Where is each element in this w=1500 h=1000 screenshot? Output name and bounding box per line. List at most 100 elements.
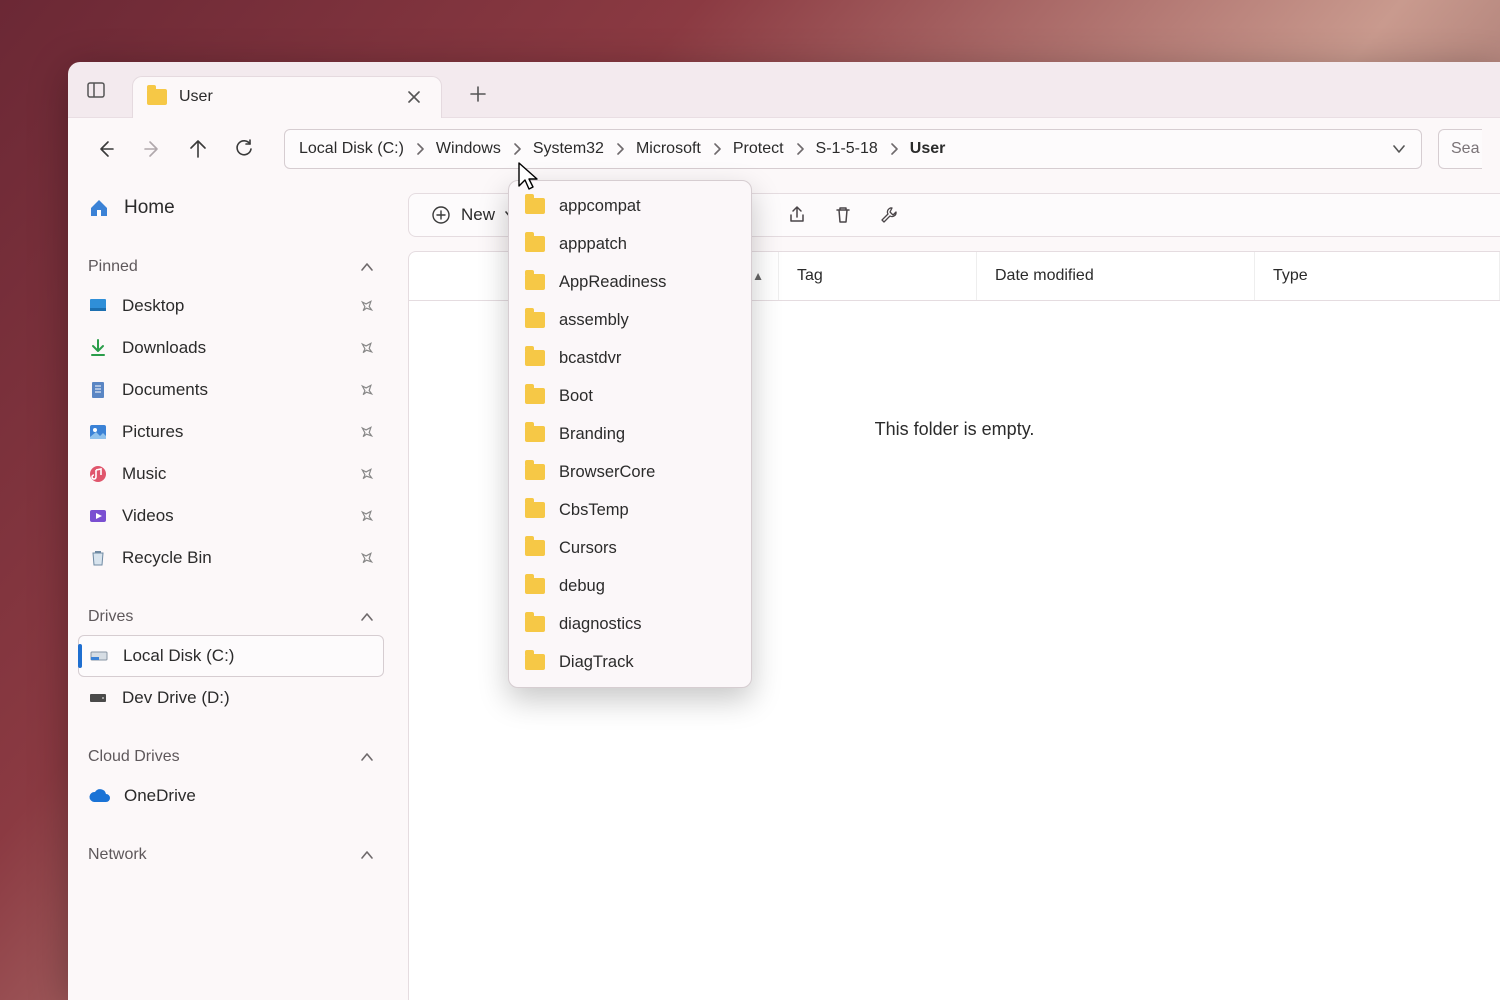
sidebar-item-desktop[interactable]: Desktop (78, 285, 384, 327)
breadcrumb-segment[interactable]: Local Disk (C:) (293, 136, 410, 162)
section-label: Pinned (88, 258, 138, 276)
breadcrumb-expand[interactable] (610, 139, 630, 159)
column-label: Tag (797, 267, 823, 285)
folder-icon (525, 578, 545, 594)
sidebar-item-recyclebin[interactable]: Recycle Bin (78, 537, 384, 579)
dropdown-folder-item[interactable]: Cursors (515, 529, 745, 567)
dropdown-folder-item[interactable]: BrowserCore (515, 453, 745, 491)
wrench-icon (879, 205, 899, 225)
dropdown-folder-item[interactable]: bcastdvr (515, 339, 745, 377)
breadcrumb-expand[interactable] (507, 139, 527, 159)
address-bar[interactable]: Local Disk (C:) Windows System32 Microso… (284, 129, 1422, 169)
sidebar-section-cloud[interactable]: Cloud Drives (78, 739, 384, 775)
sidebar-home[interactable]: Home (78, 187, 384, 229)
chevron-right-icon (795, 143, 805, 155)
dropdown-folder-item[interactable]: appcompat (515, 187, 745, 225)
dropdown-folder-item[interactable]: AppReadiness (515, 263, 745, 301)
column-tag[interactable]: Tag (779, 252, 977, 300)
home-icon (88, 197, 110, 219)
sidebar-item-videos[interactable]: Videos (78, 495, 384, 537)
folder-icon (525, 616, 545, 632)
empty-folder-message: This folder is empty. (875, 419, 1035, 440)
forward-button[interactable] (132, 129, 172, 169)
drive-icon (88, 688, 108, 708)
sidebar-item-label: Desktop (122, 296, 346, 316)
properties-button[interactable] (871, 197, 907, 233)
new-button-label: New (461, 205, 495, 225)
sidebar-item-documents[interactable]: Documents (78, 369, 384, 411)
dropdown-folder-item[interactable]: apppatch (515, 225, 745, 263)
dropdown-folder-item[interactable]: Boot (515, 377, 745, 415)
navbar: Local Disk (C:) Windows System32 Microso… (68, 117, 1500, 179)
drive-icon (89, 646, 109, 666)
breadcrumb-expand[interactable] (410, 139, 430, 159)
sidebar-section-drives[interactable]: Drives (78, 599, 384, 635)
titlebar: User (68, 62, 1500, 117)
dropdown-folder-item[interactable]: DiagTrack (515, 643, 745, 681)
toggle-sidebar-button[interactable] (78, 72, 114, 108)
dropdown-item-label: debug (559, 577, 605, 596)
sidebar-item-pictures[interactable]: Pictures (78, 411, 384, 453)
column-date-modified[interactable]: Date modified (977, 252, 1255, 300)
search-input[interactable]: Sea (1438, 129, 1482, 169)
chevron-up-icon (360, 752, 374, 762)
breadcrumb-expand[interactable] (790, 139, 810, 159)
close-icon (408, 91, 420, 103)
delete-button[interactable] (825, 197, 861, 233)
address-history-button[interactable] (1385, 144, 1413, 154)
videos-icon (88, 506, 108, 526)
sidebar-item-label: Local Disk (C:) (123, 646, 373, 666)
dropdown-folder-item[interactable]: CbsTemp (515, 491, 745, 529)
share-button[interactable] (779, 197, 815, 233)
dropdown-item-label: Cursors (559, 539, 617, 558)
breadcrumb-segment[interactable]: System32 (527, 136, 610, 162)
dropdown-folder-item[interactable]: Branding (515, 415, 745, 453)
sidebar-item-downloads[interactable]: Downloads (78, 327, 384, 369)
trash-icon (833, 205, 853, 225)
dropdown-folder-item[interactable]: diagnostics (515, 605, 745, 643)
breadcrumb-dropdown: appcompat apppatch AppReadiness assembly… (508, 180, 752, 688)
folder-icon (525, 350, 545, 366)
sidebar-item-drive-d[interactable]: Dev Drive (D:) (78, 677, 384, 719)
dropdown-item-label: bcastdvr (559, 349, 621, 368)
dropdown-folder-item[interactable]: debug (515, 567, 745, 605)
sort-ascending-icon: ▲ (752, 269, 764, 283)
tab-close-button[interactable] (401, 84, 427, 110)
breadcrumb-expand[interactable] (884, 139, 904, 159)
window-body: Home Pinned Desktop Downloads Documents (68, 179, 1500, 1000)
sidebar-item-onedrive[interactable]: OneDrive (78, 775, 384, 817)
arrow-right-icon (142, 139, 162, 159)
pin-icon (360, 467, 374, 481)
sidebar-item-drive-c[interactable]: Local Disk (C:) (78, 635, 384, 677)
breadcrumb-expand[interactable] (707, 139, 727, 159)
dropdown-item-label: assembly (559, 311, 629, 330)
folder-icon (525, 274, 545, 290)
breadcrumb-segment[interactable]: Protect (727, 136, 790, 162)
sidebar-section-pinned[interactable]: Pinned (78, 249, 384, 285)
breadcrumb-segment[interactable]: Microsoft (630, 136, 707, 162)
tab-current[interactable]: User (132, 76, 442, 118)
breadcrumb-segment[interactable]: Windows (430, 136, 507, 162)
dropdown-folder-item[interactable]: assembly (515, 301, 745, 339)
refresh-button[interactable] (224, 129, 264, 169)
sidebar-item-label: Videos (122, 506, 346, 526)
breadcrumb-segment[interactable]: S-1-5-18 (810, 136, 884, 162)
up-button[interactable] (178, 129, 218, 169)
back-button[interactable] (86, 129, 126, 169)
arrow-up-icon (188, 139, 208, 159)
dropdown-item-label: BrowserCore (559, 463, 655, 482)
pin-icon (360, 341, 374, 355)
folder-icon (525, 654, 545, 670)
sidebar-item-label: Music (122, 464, 346, 484)
breadcrumb-segment-current[interactable]: User (904, 136, 952, 162)
plus-icon (470, 86, 486, 102)
pin-icon (360, 425, 374, 439)
sidebar-section-network[interactable]: Network (78, 837, 384, 873)
new-tab-button[interactable] (460, 76, 496, 112)
share-icon (787, 205, 807, 225)
column-type[interactable]: Type (1255, 252, 1500, 300)
folder-icon (525, 236, 545, 252)
document-icon (88, 380, 108, 400)
sidebar: Home Pinned Desktop Downloads Documents (68, 179, 394, 1000)
sidebar-item-music[interactable]: Music (78, 453, 384, 495)
